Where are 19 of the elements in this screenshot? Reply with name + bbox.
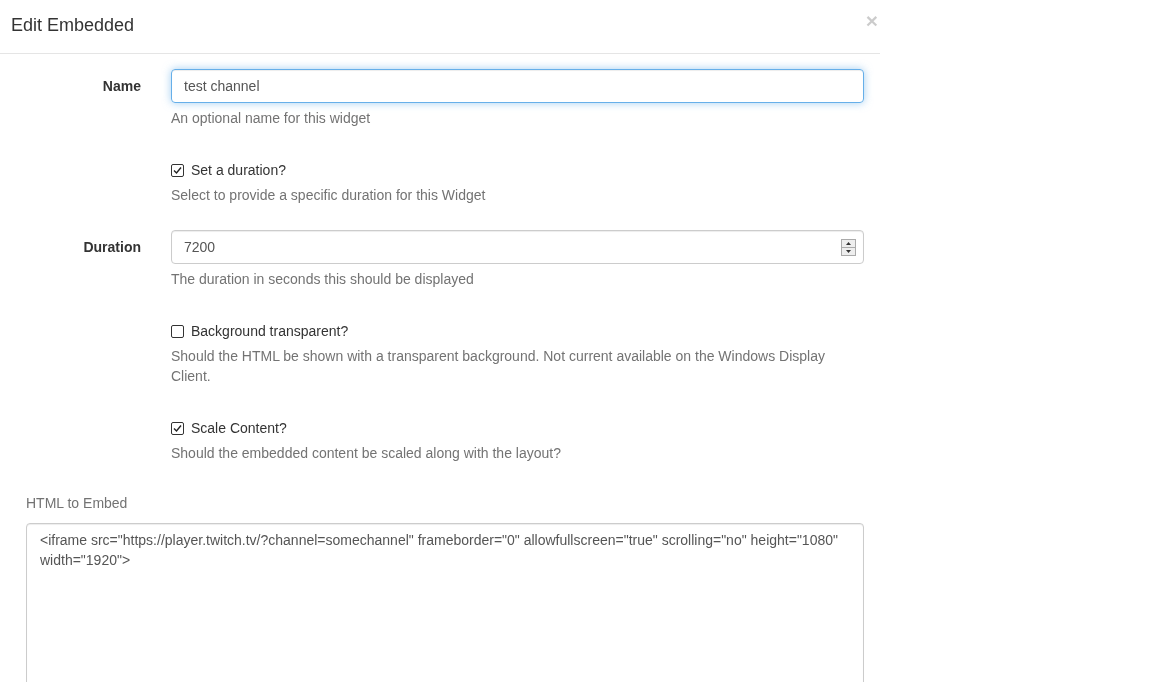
- checkbox[interactable]: [171, 163, 184, 177]
- number-field[interactable]: 7200: [171, 230, 864, 264]
- help-text: An optional name for this widget: [171, 109, 372, 128]
- dialog-title: Edit Embedded: [11, 14, 135, 37]
- help-text: Should the embedded content be scaled along with the layout?: [171, 444, 562, 463]
- checkbox[interactable]: [171, 421, 184, 435]
- field-label: Duration: [82, 238, 141, 257]
- field-label: Name: [101, 77, 141, 96]
- spinner-icon[interactable]: [841, 238, 856, 256]
- checkbox-label[interactable]: Scale Content?: [191, 418, 287, 438]
- field-label: HTML to Embed: [26, 494, 129, 513]
- checkbox[interactable]: [171, 324, 184, 338]
- checkbox-label[interactable]: Background transparent?: [191, 321, 349, 341]
- help-text: The duration in seconds this should be displayed: [171, 270, 475, 289]
- checkbox-label[interactable]: Set a duration?: [191, 160, 286, 180]
- help-text: Select to provide a specific duration for this Widget: [171, 186, 487, 205]
- input-field[interactable]: test channel: [171, 69, 864, 103]
- text-area[interactable]: <iframe src="https://player.twitch.tv/?channel=somechannel" frameborder="0" allowfullscreen="true" scrolling="no" height="1080" width="1920">: [26, 523, 864, 682]
- help-text: Should the HTML be shown with a transparent background. Not current available on the Windows Display Client.: [171, 347, 826, 386]
